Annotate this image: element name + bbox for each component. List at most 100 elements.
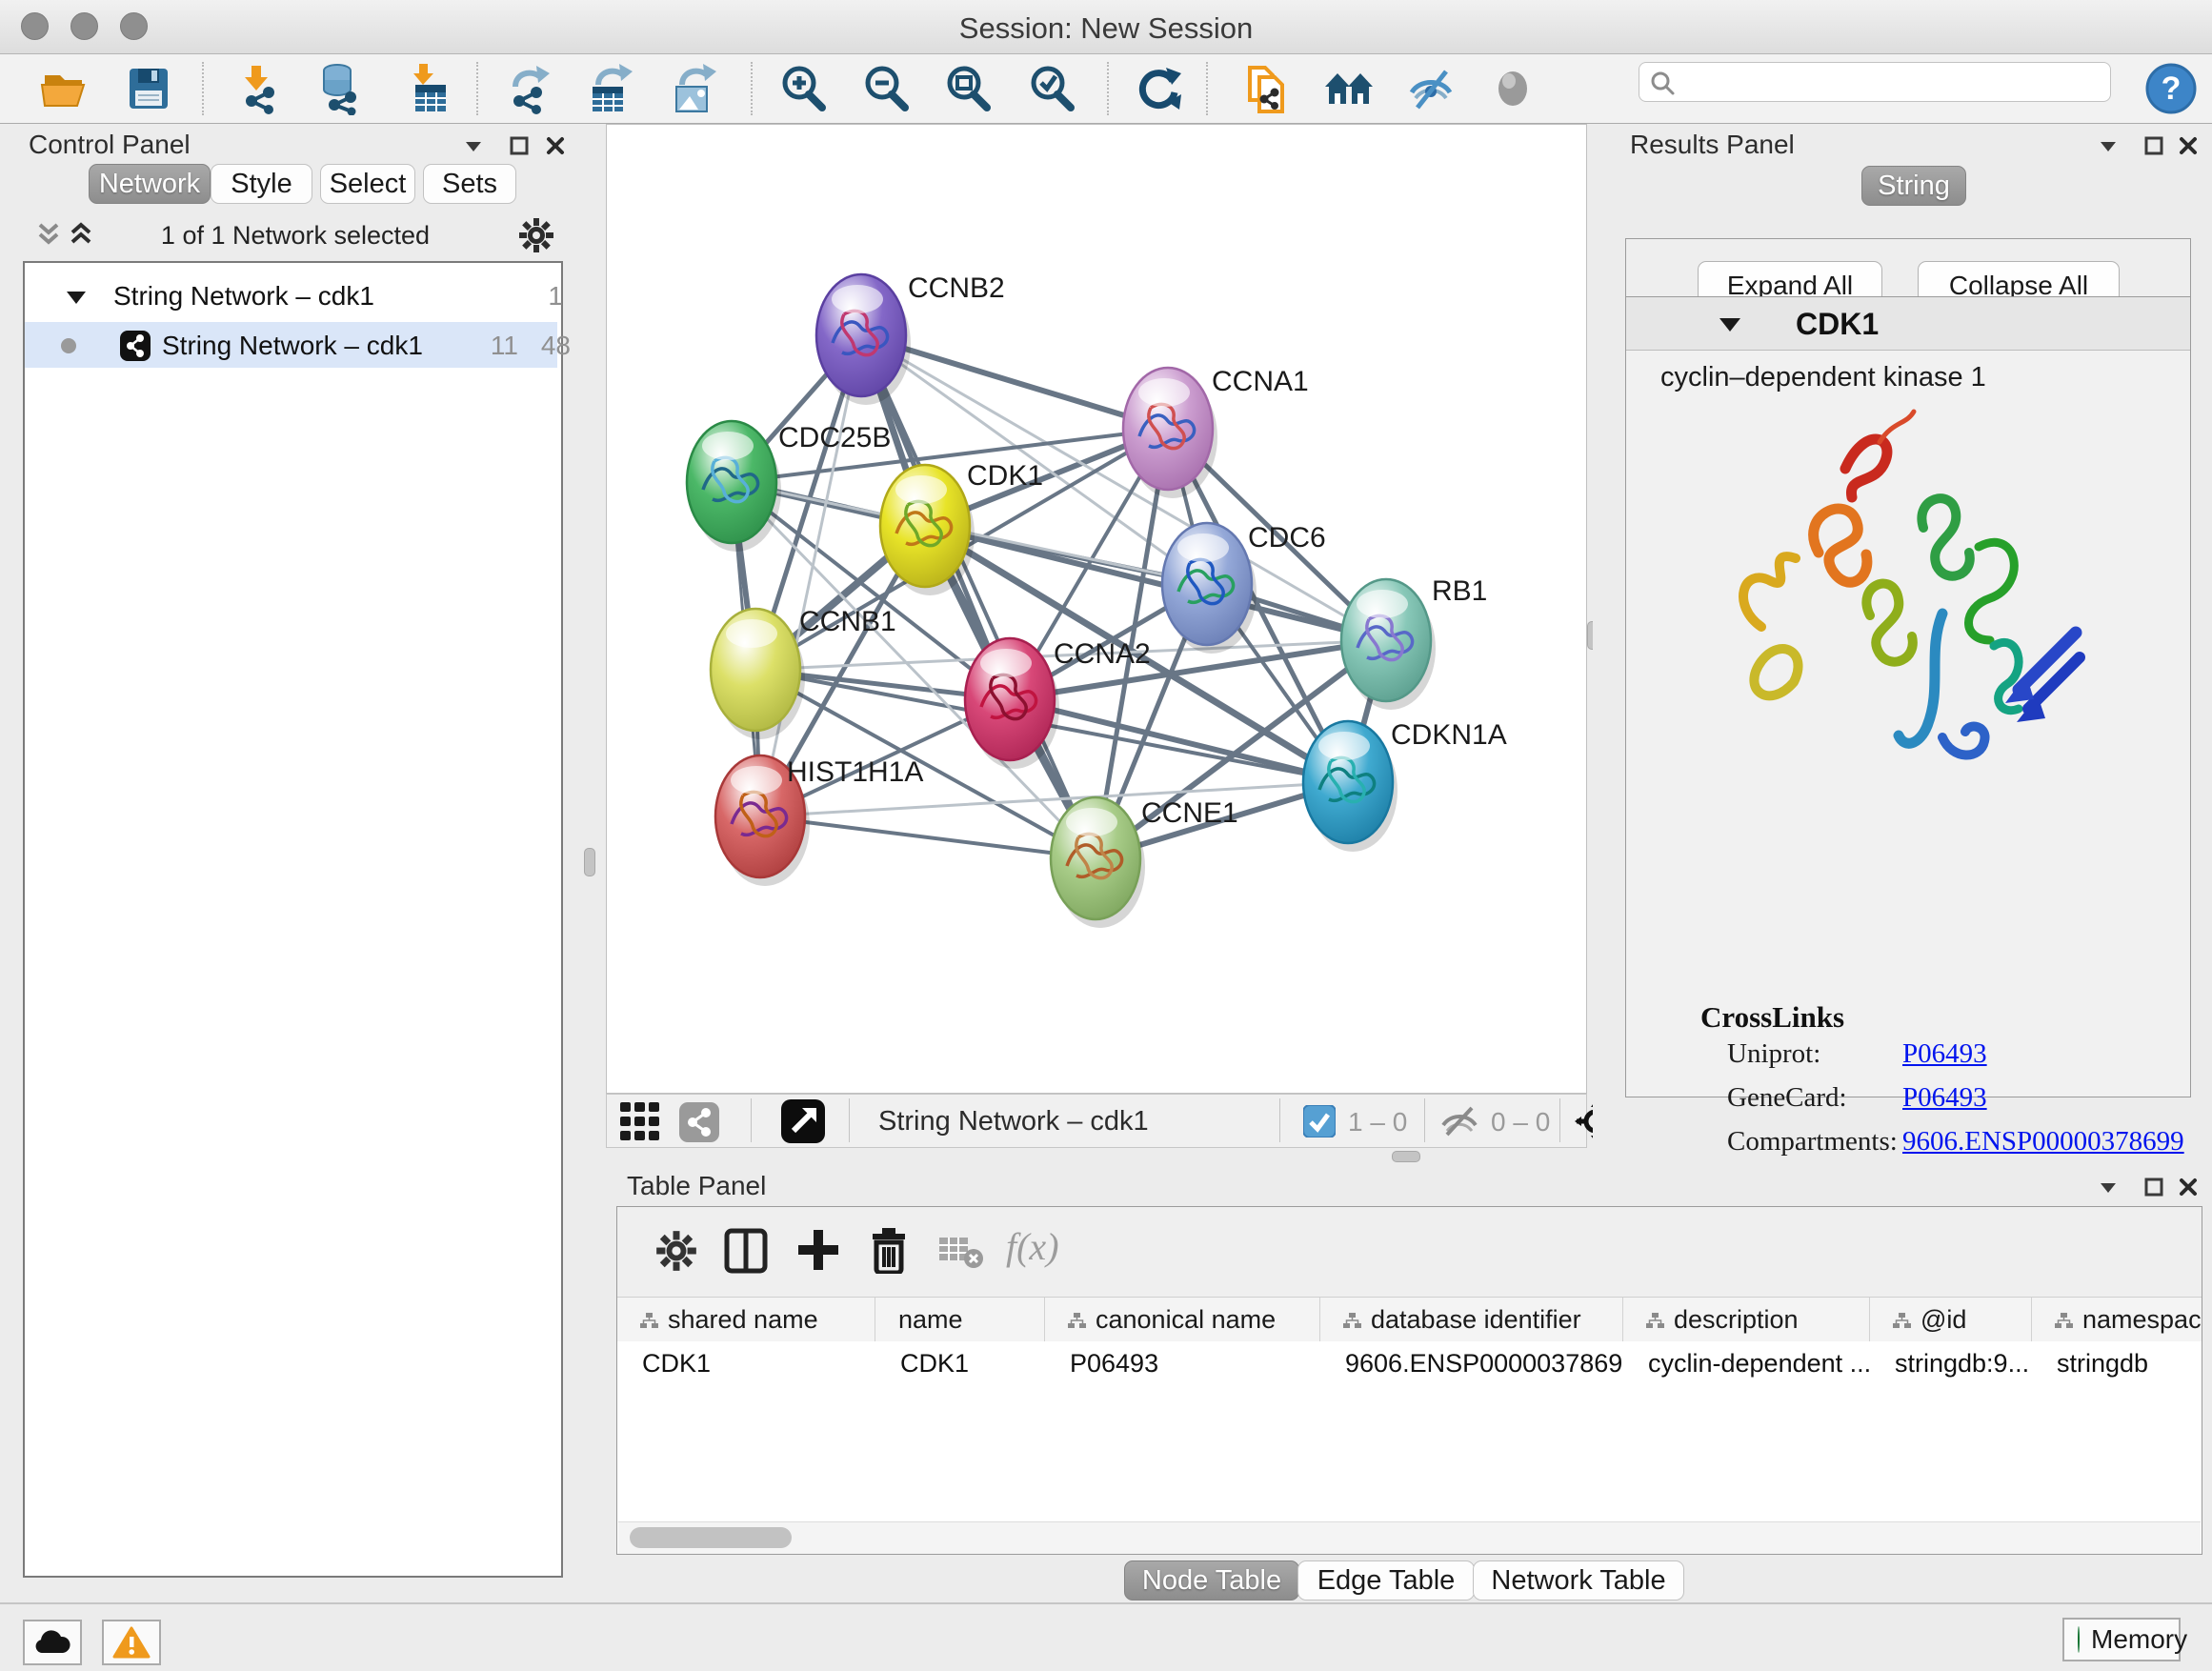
export-image-icon[interactable] — [667, 62, 720, 115]
tab-sets[interactable]: Sets — [423, 164, 516, 204]
homology-houses-icon[interactable] — [1322, 62, 1376, 115]
column-header--id[interactable]: @id — [1870, 1298, 2032, 1342]
panel-close-icon[interactable] — [2176, 133, 2201, 158]
column-header-description[interactable]: description — [1623, 1298, 1870, 1342]
cell-shared-name[interactable]: CDK1 — [617, 1341, 875, 1385]
tree-row-network[interactable]: String Network – cdk1 11 48 — [25, 322, 557, 368]
horizontal-scrollbar[interactable] — [618, 1521, 2201, 1554]
network-collection-label: String Network – cdk1 — [113, 281, 374, 312]
table-settings-gear-icon[interactable] — [655, 1230, 697, 1272]
gene-section-header[interactable]: CDK1 — [1626, 297, 2190, 351]
zoom-selected-icon[interactable] — [1025, 62, 1078, 115]
collapse-all-icon[interactable] — [34, 219, 63, 250]
crosslink-genecard-link[interactable]: P06493 — [1902, 1082, 1987, 1114]
table-toolbar: f(x) — [617, 1207, 2202, 1297]
column-header-canonical-name[interactable]: canonical name — [1045, 1298, 1320, 1342]
crosslink-uniprot-link[interactable]: P06493 — [1902, 1038, 1987, 1070]
panel-close-icon[interactable] — [2176, 1175, 2201, 1199]
clone-network-icon[interactable] — [1238, 62, 1292, 115]
cell-description[interactable]: cyclin-dependent ... — [1623, 1341, 1870, 1385]
zoom-fit-icon[interactable] — [941, 62, 995, 115]
column-header-namespace[interactable]: namespace — [2032, 1298, 2202, 1342]
panel-menu-icon[interactable] — [2096, 133, 2121, 158]
export-network-icon[interactable] — [502, 62, 555, 115]
svg-text:CDK1: CDK1 — [967, 460, 1043, 492]
refresh-network-icon[interactable] — [1132, 62, 1185, 115]
panel-float-icon[interactable] — [507, 133, 532, 158]
save-session-icon[interactable] — [122, 62, 175, 115]
cell-database-identifier[interactable]: 9606.ENSP00000378699 — [1320, 1341, 1623, 1385]
panel-menu-icon[interactable] — [461, 133, 486, 158]
gray-eye-icon[interactable] — [1486, 62, 1539, 115]
show-columns-icon[interactable] — [724, 1228, 768, 1274]
search-input[interactable] — [1683, 65, 2097, 97]
tab-node-table[interactable]: Node Table — [1124, 1560, 1299, 1601]
memory-button[interactable]: Memory — [2062, 1618, 2181, 1661]
tab-edge-table[interactable]: Edge Table — [1297, 1560, 1475, 1601]
hide-labels-eye-icon[interactable] — [1404, 62, 1458, 115]
grid-view-icon[interactable] — [620, 1102, 662, 1142]
crosslink-label: Uniprot: — [1727, 1038, 1820, 1070]
open-session-icon[interactable] — [38, 62, 91, 115]
node-table-box: f(x) shared namenamecanonical namedataba… — [616, 1206, 2202, 1555]
zoom-out-icon[interactable] — [859, 62, 913, 115]
cloud-icon — [34, 1629, 70, 1654]
delete-column-trash-icon[interactable] — [867, 1226, 911, 1274]
import-network-database-icon[interactable] — [312, 62, 365, 115]
export-table-icon[interactable] — [583, 62, 636, 115]
import-table-icon[interactable] — [400, 62, 453, 115]
network-canvas[interactable]: CCNB2CCNA1CDC25BCDK1CDC6RB1CCNB1CCNA2CDK… — [606, 124, 1587, 1094]
tab-network-table[interactable]: Network Table — [1473, 1560, 1684, 1601]
tab-style[interactable]: Style — [211, 164, 312, 204]
hidden-count: 0 – 0 — [1491, 1107, 1550, 1137]
left-splitter-handle[interactable] — [584, 848, 595, 876]
crosslink-label: Compartments: — [1727, 1126, 1898, 1158]
panel-menu-icon[interactable] — [2096, 1175, 2121, 1199]
toolbar-separator — [1107, 62, 1109, 115]
help-icon[interactable]: ? — [2145, 63, 2197, 114]
search-field[interactable] — [1639, 62, 2111, 102]
column-header-shared-name[interactable]: shared name — [617, 1298, 875, 1342]
tree-row-collection[interactable]: String Network – cdk1 1 — [25, 272, 557, 318]
column-header-database-identifier[interactable]: database identifier — [1320, 1298, 1623, 1342]
toolbar-separator — [1424, 1098, 1425, 1142]
toolbar-separator — [1559, 1098, 1560, 1142]
birdseye-toggle-icon[interactable] — [781, 1099, 825, 1143]
tree-expander-icon[interactable] — [65, 288, 88, 307]
tab-string[interactable]: String — [1861, 166, 1966, 206]
add-column-plus-icon[interactable] — [796, 1228, 840, 1272]
gear-icon[interactable] — [518, 217, 554, 253]
status-bar: Memory — [0, 1602, 2212, 1671]
section-expander-icon[interactable] — [1718, 314, 1742, 335]
crosslink-compartments-link[interactable]: 9606.ENSP00000378699 — [1902, 1126, 2184, 1158]
delete-table-icon-disabled — [937, 1234, 985, 1270]
expand-all-icon[interactable] — [67, 219, 95, 250]
panel-float-icon[interactable] — [2142, 133, 2166, 158]
cell-name[interactable]: CDK1 — [875, 1341, 1045, 1385]
column-type-icon — [1068, 1313, 1086, 1328]
zoom-in-icon[interactable] — [776, 62, 830, 115]
toolbar-separator — [476, 62, 478, 115]
tab-network[interactable]: Network — [89, 164, 211, 204]
panel-float-icon[interactable] — [2142, 1175, 2166, 1199]
string-network-view[interactable]: CCNB2CCNA1CDC25BCDK1CDC6RB1CCNB1CCNA2CDK… — [607, 125, 1586, 1093]
hidden-nodes-eye-icon[interactable] — [1439, 1106, 1479, 1137]
cell-canonical-name[interactable]: P06493 — [1045, 1341, 1320, 1385]
tab-select[interactable]: Select — [320, 164, 415, 204]
svg-text:CDC6: CDC6 — [1248, 522, 1326, 554]
column-header-name[interactable]: name — [875, 1298, 1045, 1342]
table-row[interactable]: CDK1CDK1P064939606.ENSP00000378699cyclin… — [617, 1341, 2202, 1385]
bottom-splitter-handle[interactable] — [1392, 1151, 1420, 1162]
cloud-button[interactable] — [23, 1620, 82, 1665]
warnings-button[interactable] — [102, 1620, 161, 1665]
panel-close-icon[interactable] — [543, 133, 568, 158]
cell-namespace[interactable]: stringdb — [2032, 1341, 2202, 1385]
selected-nodes-checkbox-icon[interactable] — [1303, 1105, 1336, 1137]
cell--id[interactable]: stringdb:9... — [1870, 1341, 2032, 1385]
import-network-file-icon[interactable] — [231, 62, 284, 115]
share-view-icon[interactable] — [679, 1102, 719, 1142]
network-node-CDKN1A: CDKN1A — [1303, 719, 1507, 852]
control-panel-title: Control Panel — [29, 130, 191, 160]
gene-name: CDK1 — [1796, 307, 1879, 342]
scrollbar-thumb[interactable] — [630, 1527, 792, 1548]
